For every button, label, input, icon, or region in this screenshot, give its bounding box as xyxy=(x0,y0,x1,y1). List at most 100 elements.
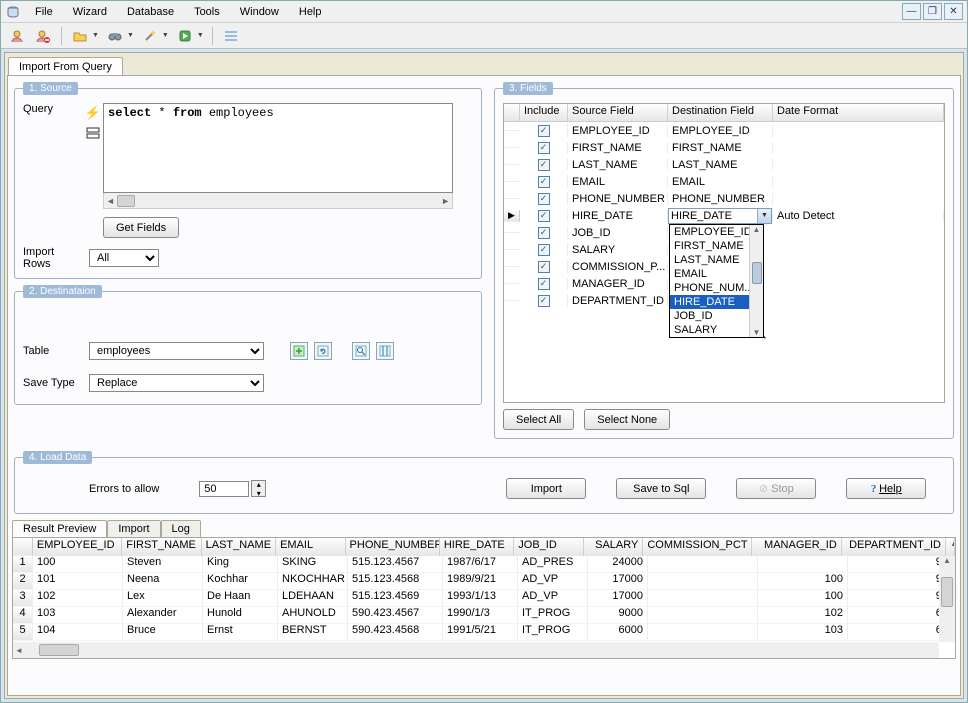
destination-field-cell[interactable]: FIRST_NAME xyxy=(668,142,773,154)
include-checkbox[interactable]: ✓ xyxy=(538,261,550,273)
query-scrollbar[interactable]: ◄► xyxy=(103,193,453,209)
preview-col-header[interactable]: FIRST_NAME xyxy=(122,538,201,556)
destination-dropdown-list[interactable]: EMPLOYEE_IDFIRST_NAMELAST_NAMEEMAILPHONE… xyxy=(669,224,764,338)
preview-row[interactable]: 4103AlexanderHunoldAHUNOLD590.423.456719… xyxy=(13,607,955,624)
fields-row[interactable]: ✓ PHONE_NUMBERPHONE_NUMBER xyxy=(504,190,944,207)
col-source-field[interactable]: Source Field xyxy=(568,104,668,121)
fields-row[interactable]: ✓EMPLOYEE_IDEMPLOYEE_ID xyxy=(504,122,944,139)
include-checkbox[interactable]: ✓ xyxy=(538,159,550,171)
toolbar-run-icon[interactable]: ▼ xyxy=(175,26,204,46)
preview-col-header[interactable]: SALARY xyxy=(584,538,644,556)
toolbar-user-remove-icon[interactable] xyxy=(33,26,53,46)
sql-icon[interactable] xyxy=(86,127,100,139)
select-all-button[interactable]: Select All xyxy=(503,409,574,430)
include-checkbox[interactable]: ✓ xyxy=(538,210,550,222)
select-none-button[interactable]: Select None xyxy=(584,409,670,430)
preview-col-header[interactable]: LAST_NAME xyxy=(202,538,276,556)
preview-row[interactable]: 2101NeenaKochharNKOCHHAR515.123.45681989… xyxy=(13,573,955,590)
table-select[interactable]: employees xyxy=(89,342,264,360)
menu-window[interactable]: Window xyxy=(230,4,289,20)
menu-help[interactable]: Help xyxy=(289,4,332,20)
errors-spinner[interactable]: ▴▾ xyxy=(251,480,266,497)
errors-input[interactable] xyxy=(199,481,249,497)
date-format-cell[interactable]: Auto Detect xyxy=(773,210,944,222)
preview-col-header[interactable]: COMMISSION_PCT xyxy=(643,538,752,556)
menu-file[interactable]: File xyxy=(25,4,63,20)
import-rows-label: Import Rows xyxy=(23,246,83,270)
preview-col-header[interactable]: EMPLOYEE_ID xyxy=(33,538,122,556)
col-date-format[interactable]: Date Format xyxy=(773,104,944,121)
preview-grid[interactable]: EMPLOYEE_IDFIRST_NAMELAST_NAMEEMAILPHONE… xyxy=(12,537,956,659)
fields-row[interactable]: ✓EMAILEMAIL xyxy=(504,173,944,190)
help-button[interactable]: ? Help xyxy=(846,478,926,499)
include-checkbox[interactable]: ✓ xyxy=(538,176,550,188)
toolbar-user-icon[interactable] xyxy=(7,26,27,46)
dropdown-button[interactable]: ▼ xyxy=(757,209,771,223)
preview-row[interactable]: 1100StevenKingSKING515.123.45671987/6/17… xyxy=(13,556,955,573)
tab-log[interactable]: Log xyxy=(161,520,201,537)
fields-row[interactable]: ✓LAST_NAMELAST_NAME xyxy=(504,156,944,173)
table-view-icon[interactable] xyxy=(352,342,370,360)
toolbar-binoculars-icon[interactable]: ▼ xyxy=(105,26,134,46)
preview-col-header[interactable]: DEPARTMENT_ID xyxy=(842,538,946,556)
tab-import[interactable]: Import xyxy=(107,520,160,537)
include-checkbox[interactable]: ✓ xyxy=(538,193,550,205)
fields-row[interactable]: ▶✓HIRE_DATEHIRE_DATE▼Auto Detect xyxy=(504,207,944,224)
destination-field-cell[interactable]: PHONE_NUMBER xyxy=(668,193,773,205)
stop-button[interactable]: ⊘ Stop xyxy=(736,478,816,499)
include-checkbox[interactable]: ✓ xyxy=(538,227,550,239)
preview-col-header[interactable]: PHONE_NUMBER xyxy=(346,538,440,556)
toolbar-folder-icon[interactable]: ▼ xyxy=(70,26,99,46)
preview-col-header[interactable]: MANAGER_ID xyxy=(752,538,841,556)
preview-cell: 1989/9/21 xyxy=(443,573,518,590)
minimize-button[interactable]: — xyxy=(902,3,921,20)
preview-cell: 17000 xyxy=(588,573,648,590)
preview-col-header[interactable]: EMAIL xyxy=(276,538,345,556)
include-checkbox[interactable]: ✓ xyxy=(538,142,550,154)
table-refresh-icon[interactable] xyxy=(314,342,332,360)
row-indicator xyxy=(504,249,520,250)
save-to-sql-button[interactable]: Save to Sql xyxy=(616,478,706,499)
tab-result-preview[interactable]: Result Preview xyxy=(12,520,107,537)
maximize-button[interactable]: ❐ xyxy=(923,3,942,20)
table-add-icon[interactable] xyxy=(290,342,308,360)
destination-field-cell[interactable]: LAST_NAME xyxy=(668,159,773,171)
destination-field-cell[interactable]: EMAIL xyxy=(668,176,773,188)
menu-tools[interactable]: Tools xyxy=(184,4,230,20)
col-include[interactable]: Include xyxy=(520,104,568,121)
query-textarea[interactable]: select * from employees xyxy=(103,103,453,193)
import-button[interactable]: Import xyxy=(506,478,586,499)
preview-row[interactable]: 3102LexDe HaanLDEHAAN515.123.45691993/1/… xyxy=(13,590,955,607)
preview-col-header[interactable]: HIRE_DATE xyxy=(440,538,514,556)
preview-vscroll[interactable]: ▲ xyxy=(939,556,955,642)
preview-col-header[interactable]: JOB_ID xyxy=(514,538,583,556)
include-checkbox[interactable]: ✓ xyxy=(538,244,550,256)
preview-cell: 1987/6/17 xyxy=(443,556,518,573)
close-button[interactable]: ✕ xyxy=(944,3,963,20)
include-checkbox[interactable]: ✓ xyxy=(538,295,550,307)
source-field-cell: PHONE_NUMBER xyxy=(568,193,668,205)
fields-row[interactable]: ✓FIRST_NAMEFIRST_NAME xyxy=(504,139,944,156)
destination-field-cell[interactable]: HIRE_DATE▼ xyxy=(668,208,773,224)
get-fields-button[interactable]: Get Fields xyxy=(103,217,179,238)
include-checkbox[interactable]: ✓ xyxy=(538,125,550,137)
preview-cell: NKOCHHAR xyxy=(278,573,348,590)
include-checkbox[interactable]: ✓ xyxy=(538,278,550,290)
preview-cell: De Haan xyxy=(203,590,278,607)
table-columns-icon[interactable] xyxy=(376,342,394,360)
import-rows-select[interactable]: All xyxy=(89,249,159,267)
menu-wizard[interactable]: Wizard xyxy=(63,4,117,20)
preview-row[interactable]: 5104BruceErnstBERNST590.423.45681991/5/2… xyxy=(13,624,955,641)
preview-hscroll[interactable]: ◄ xyxy=(13,642,939,658)
preview-cell: 1993/1/13 xyxy=(443,590,518,607)
tab-import-from-query[interactable]: Import From Query xyxy=(8,57,123,75)
toolbar-wand-icon[interactable]: ▼ xyxy=(140,26,169,46)
bolt-icon[interactable]: ⚡ xyxy=(85,105,101,121)
save-type-select[interactable]: Replace xyxy=(89,374,264,392)
dropdown-scrollbar[interactable]: ▲▼ xyxy=(749,225,763,337)
fields-grid[interactable]: Include Source Field Destination Field D… xyxy=(503,103,945,403)
col-destination-field[interactable]: Destination Field xyxy=(668,104,773,121)
menu-database[interactable]: Database xyxy=(117,4,184,20)
destination-field-cell[interactable]: EMPLOYEE_ID xyxy=(668,125,773,137)
toolbar-list-icon[interactable] xyxy=(221,26,241,46)
